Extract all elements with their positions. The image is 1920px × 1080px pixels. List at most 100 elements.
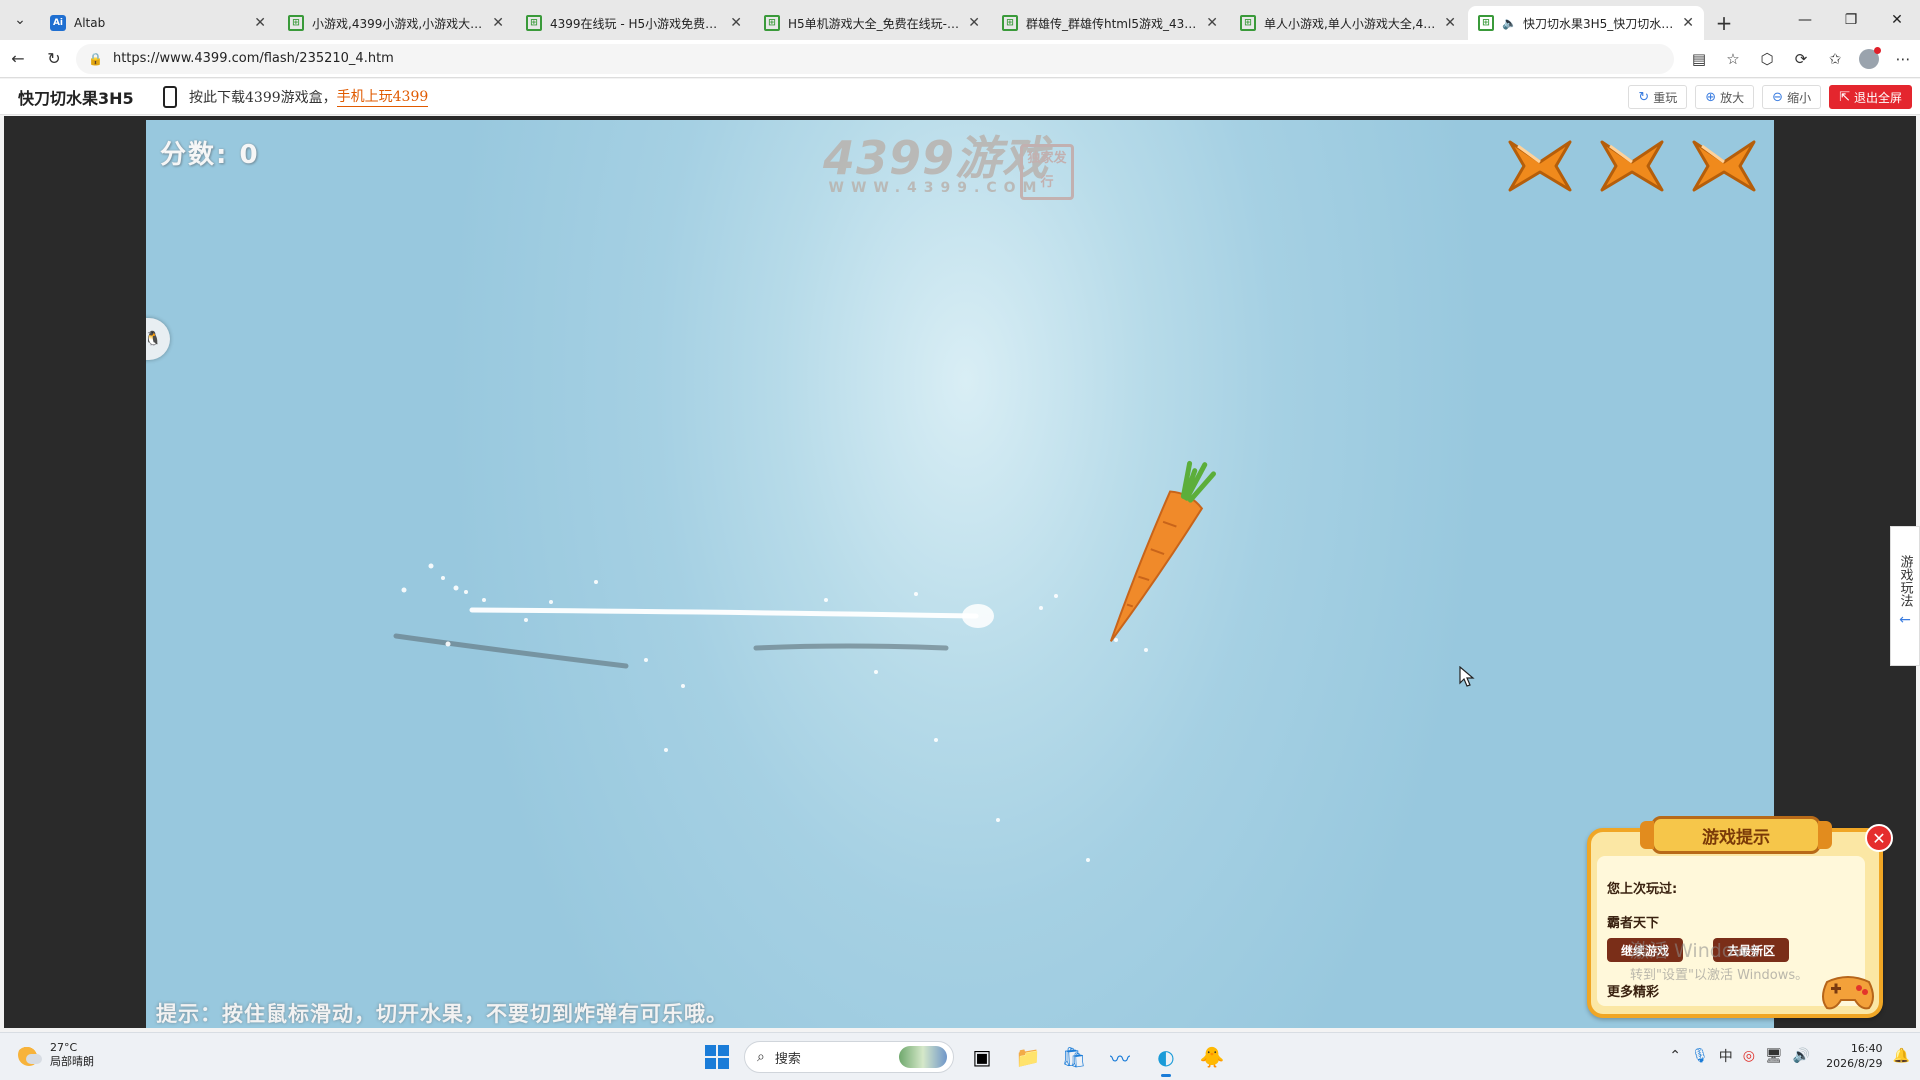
edge-browser-icon[interactable]: ◐ xyxy=(1148,1039,1184,1077)
whiteboard-icon[interactable]: 〰 xyxy=(1102,1039,1138,1075)
tab-title: 快刀切水果3H5_快刀切水果3 xyxy=(1522,16,1677,31)
chevron-up-icon[interactable]: ⌃ xyxy=(1669,1048,1681,1064)
zoom-out-button[interactable]: ⊖ 缩小 xyxy=(1762,85,1822,109)
4399-favicon-icon: ⊞ xyxy=(288,15,304,31)
window-controls: — ❐ ✕ xyxy=(1782,0,1920,40)
microsoft-store-icon[interactable]: 🛍 xyxy=(1056,1039,1092,1075)
clock[interactable]: 16:40 2026/8/29 xyxy=(1826,1041,1882,1071)
restore-icon[interactable]: ❐ xyxy=(1828,0,1874,40)
windows-start-icon[interactable] xyxy=(700,1040,734,1074)
how-to-play-tab[interactable]: 游戏玩法 ← xyxy=(1890,526,1920,666)
tab-close-icon[interactable]: ✕ xyxy=(730,15,742,31)
left-arrow-icon: ← xyxy=(1899,612,1911,628)
how-to-play-label: 游戏玩法 xyxy=(1897,555,1913,607)
speaker-icon[interactable]: 🔈 xyxy=(1502,16,1517,30)
profile-avatar[interactable] xyxy=(1859,46,1881,69)
4399-favicon-icon: ⊞ xyxy=(1478,15,1494,31)
altab-favicon-icon: Ai xyxy=(50,15,66,31)
search-icon: ⌕ xyxy=(757,1049,765,1065)
tab-strip: ⌄ Ai Altab ✕ ⊞ 小游戏,4399小游戏,小游戏大全,双 ✕ ⊞ 4… xyxy=(0,0,1920,40)
replay-button[interactable]: ↻ 重玩 xyxy=(1628,85,1688,109)
windows-activation-watermark: 激活 Windows xyxy=(1630,940,1759,962)
tab-fruit-game-active[interactable]: ⊞ 🔈 快刀切水果3H5_快刀切水果3 ✕ xyxy=(1468,6,1704,40)
4399-favicon-icon: ⊞ xyxy=(1240,15,1256,31)
tab-close-icon[interactable]: ✕ xyxy=(968,15,980,31)
tab-qunxiongzhuan[interactable]: ⊞ 群雄传_群雄传html5游戏_4399h5 ✕ xyxy=(992,6,1228,40)
4399-favicon-icon: ⊞ xyxy=(526,15,542,31)
close-window-icon[interactable]: ✕ xyxy=(1874,0,1920,40)
exit-fullscreen-icon: ⇱ xyxy=(1839,89,1850,105)
game-app-icon[interactable]: 🐥 xyxy=(1194,1039,1230,1075)
browser-essentials-icon[interactable]: ⟳ xyxy=(1784,44,1818,74)
gamepad-icon xyxy=(1822,976,1874,1010)
taskbar-search[interactable]: ⌕ 搜索 xyxy=(744,1041,954,1073)
game-canvas[interactable]: 分数: 0 4399游戏 WWW.4399.COM 独家发行 🐧 提示：按住鼠标… xyxy=(146,120,1774,1028)
tab-4399-online[interactable]: ⊞ 4399在线玩 - H5小游戏免费畅玩 | ✕ xyxy=(516,6,752,40)
game-hint: 提示：按住鼠标滑动，切开水果，不要切到炸弹有可乐哦。 xyxy=(156,1002,728,1026)
minimize-icon[interactable]: — xyxy=(1782,0,1828,40)
tab-4399-h5-single[interactable]: ⊞ H5单机游戏大全_免费在线玩-4399 ✕ xyxy=(754,6,990,40)
input-method-icon[interactable]: 中 xyxy=(1719,1046,1733,1066)
zoom-out-label: 缩小 xyxy=(1787,90,1812,105)
notification-icon[interactable]: 🔔 xyxy=(1893,1048,1910,1064)
tab-close-icon[interactable]: ✕ xyxy=(254,15,266,31)
antivirus-icon[interactable]: ◎ xyxy=(1743,1048,1755,1064)
game-tip-popup: 游戏提示 ✕ 您上次玩过: 霸者天下 继续游戏 去最新区 更多精彩 xyxy=(1587,816,1893,1018)
file-explorer-icon[interactable]: 📁 xyxy=(1010,1039,1046,1075)
partly-sunny-icon xyxy=(18,1044,42,1066)
microphone-icon[interactable]: 🎙 xyxy=(1691,1048,1709,1064)
last-played-game[interactable]: 霸者天下 xyxy=(1607,912,1659,931)
zoom-in-icon: ⊕ xyxy=(1705,89,1717,105)
exit-fullscreen-button[interactable]: ⇱ 退出全屏 xyxy=(1829,85,1912,109)
slice-trail xyxy=(469,607,979,619)
reading-mode-icon[interactable]: ▤ xyxy=(1682,44,1716,74)
new-tab-button[interactable]: + xyxy=(1706,6,1742,40)
tab-title: Altab xyxy=(74,16,106,30)
favorites-icon[interactable]: ✩ xyxy=(1818,44,1852,74)
network-icon[interactable]: 🖥 xyxy=(1765,1048,1783,1064)
download-link[interactable]: 手机上玩4399 xyxy=(336,86,429,107)
weather-widget[interactable]: 27°C 局部晴朗 xyxy=(18,1041,94,1069)
zoom-in-label: 放大 xyxy=(1720,90,1745,105)
tab-4399-home[interactable]: ⊞ 小游戏,4399小游戏,小游戏大全,双 ✕ xyxy=(278,6,514,40)
more-menu-icon[interactable]: ⋯ xyxy=(1886,44,1920,74)
replay-icon: ↻ xyxy=(1638,89,1650,105)
replay-label: 重玩 xyxy=(1653,90,1678,105)
tab-close-icon[interactable]: ✕ xyxy=(492,15,504,31)
task-view-icon[interactable]: ▣ xyxy=(964,1039,1000,1075)
tab-close-icon[interactable]: ✕ xyxy=(1444,15,1456,31)
tab-title: 小游戏,4399小游戏,小游戏大全,双 xyxy=(312,16,487,31)
extensions-icon[interactable]: ⬡ xyxy=(1750,44,1784,74)
tab-single-player[interactable]: ⊞ 单人小游戏,单人小游戏大全,4399 ✕ xyxy=(1230,6,1466,40)
game-controls: ↻ 重玩 ⊕ 放大 ⊖ 缩小 ⇱ 退出全屏 xyxy=(1628,85,1912,109)
address-bar: ← ↻ 🔒 https://www.4399.com/flash/235210_… xyxy=(0,40,1920,78)
url-field[interactable]: 🔒 https://www.4399.com/flash/235210_4.ht… xyxy=(76,43,1674,74)
tab-title: H5单机游戏大全_免费在线玩-4399 xyxy=(788,16,963,31)
taskbar: 27°C 局部晴朗 ⌕ 搜索 ▣ 📁 🛍 〰 ◐ 🐥 ⌃ 🎙 中 ◎ 🖥 🔊 1… xyxy=(0,1032,1920,1080)
favorite-star-icon[interactable]: ☆ xyxy=(1716,44,1750,74)
last-played-label: 您上次玩过: xyxy=(1607,882,1678,897)
phone-icon xyxy=(163,85,177,108)
tab-actions-menu-icon[interactable]: ⌄ xyxy=(0,0,40,40)
tab-close-icon[interactable]: ✕ xyxy=(1682,15,1694,31)
tab-close-icon[interactable]: ✕ xyxy=(1206,15,1218,31)
windows-activation-hint: 转到"设置"以激活 Windows。 xyxy=(1630,968,1809,983)
back-arrow-icon[interactable]: ← xyxy=(0,43,36,75)
lock-icon[interactable]: 🔒 xyxy=(88,52,103,66)
zoom-in-button[interactable]: ⊕ 放大 xyxy=(1695,85,1755,109)
popup-close-button[interactable]: ✕ xyxy=(1865,824,1893,852)
clock-time: 16:40 xyxy=(1850,1042,1883,1055)
download-text: 按此下载4399游戏盒， xyxy=(189,89,337,106)
volume-icon[interactable]: 🔊 xyxy=(1793,1048,1810,1064)
tab-altab[interactable]: Ai Altab ✕ xyxy=(40,6,276,40)
search-highlight-icon xyxy=(899,1046,947,1068)
game-header-bar: 快刀切水果3H5 按此下载4399游戏盒， 手机上玩4399 ↻ 重玩 ⊕ 放大 ⊖… xyxy=(0,79,1920,115)
system-tray: ⌃ 🎙 中 ◎ 🖥 🔊 16:40 2026/8/29 🔔 xyxy=(1669,1041,1910,1071)
4399-favicon-icon: ⊞ xyxy=(764,15,780,31)
game-effects xyxy=(393,460,1216,862)
4399-favicon-icon: ⊞ xyxy=(1002,15,1018,31)
refresh-icon[interactable]: ↻ xyxy=(36,43,72,75)
more-games-link[interactable]: 更多精彩 xyxy=(1607,981,1659,1000)
zoom-out-icon: ⊖ xyxy=(1772,89,1784,105)
mouse-cursor-icon xyxy=(1459,666,1475,687)
